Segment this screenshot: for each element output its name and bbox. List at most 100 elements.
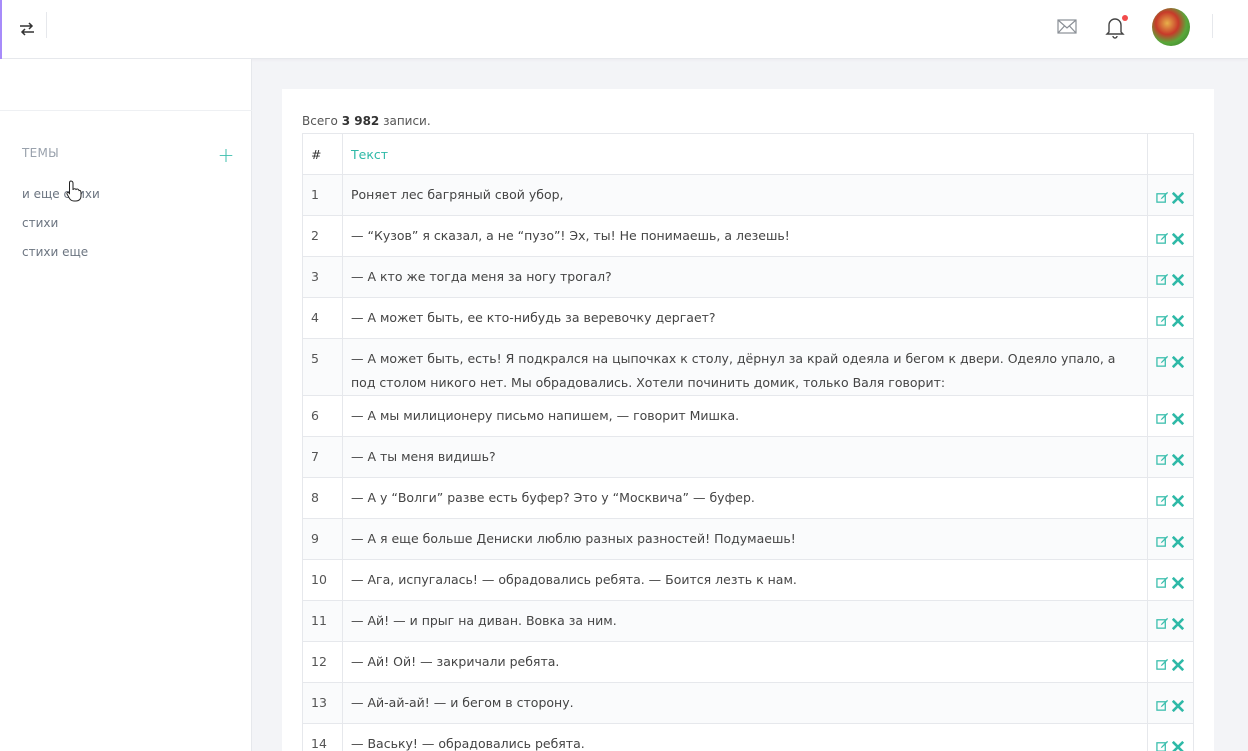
row-number: 4 <box>302 297 343 339</box>
row-text: — А ты меня видишь? <box>342 436 1148 478</box>
table-row: 12— Ай! Ой! — закричали ребята. <box>302 641 1194 683</box>
row-actions <box>1147 215 1194 257</box>
row-number: 11 <box>302 600 343 642</box>
delete-icon[interactable] <box>1171 188 1185 205</box>
row-text: — “Кузов” я сказал, а не “пузо”! Эх, ты!… <box>342 215 1148 257</box>
delete-icon[interactable] <box>1171 532 1185 549</box>
row-text: — А я еще больше Дениски люблю разных ра… <box>342 518 1148 560</box>
summary-suffix: записи. <box>379 114 431 128</box>
records-card: Всего 3 982 записи. # Текст 1 Роняет лес … <box>282 89 1214 751</box>
table-row: 10— Ага, испугалась! — обрадовались ребя… <box>302 559 1194 601</box>
transfer-arrows-icon <box>20 22 34 36</box>
delete-icon[interactable] <box>1171 737 1185 751</box>
avatar[interactable] <box>1152 8 1190 46</box>
table-header-row: # Текст <box>302 133 1194 175</box>
notifications-button[interactable] <box>1104 12 1130 40</box>
edit-icon[interactable] <box>1156 737 1169 751</box>
row-actions <box>1147 256 1194 298</box>
edit-icon[interactable] <box>1156 352 1169 367</box>
delete-icon[interactable] <box>1171 352 1185 369</box>
row-actions <box>1147 641 1194 683</box>
row-text: — Ага, испугалась! — обрадовались ребята… <box>342 559 1148 601</box>
delete-icon[interactable] <box>1171 614 1185 631</box>
row-text: — Ай-ай-ай! — и бегом в сторону. <box>342 682 1148 724</box>
row-number: 7 <box>302 436 343 478</box>
delete-icon[interactable] <box>1171 655 1185 672</box>
row-number: 14 <box>302 723 343 751</box>
row-number: 3 <box>302 256 343 298</box>
notification-dot <box>1122 15 1128 21</box>
records-summary: Всего 3 982 записи. <box>302 114 431 128</box>
edit-icon[interactable] <box>1156 573 1169 588</box>
row-text: Роняет лес багряный свой убор, <box>342 174 1148 216</box>
sidebar-separator <box>0 110 252 111</box>
edit-icon[interactable] <box>1156 450 1169 465</box>
row-number: 12 <box>302 641 343 683</box>
records-count: 3 982 <box>341 114 380 128</box>
table-row: 5— А может быть, есть! Я подкрался на цы… <box>302 338 1194 396</box>
column-header-text[interactable]: Текст <box>342 133 1148 175</box>
topbar-divider <box>46 12 47 38</box>
row-actions <box>1147 559 1194 601</box>
row-text: — А мы милиционеру письмо напишем, — гов… <box>342 395 1148 437</box>
row-text: — Ай! — и прыг на диван. Вовка за ним. <box>342 600 1148 642</box>
sidebar-toggle-button[interactable] <box>14 16 40 42</box>
table-row: 2— “Кузов” я сказал, а не “пузо”! Эх, ты… <box>302 215 1194 257</box>
topics-title: ТЕМЫ <box>22 146 60 160</box>
edit-icon[interactable] <box>1156 270 1169 285</box>
column-header-number: # <box>302 133 343 175</box>
sidebar-item-topic[interactable]: и еще стихи <box>22 187 100 201</box>
row-number: 5 <box>302 338 343 396</box>
row-text: — А может быть, ее кто-нибудь за веревоч… <box>342 297 1148 339</box>
sidebar-item-topic[interactable]: стихи <box>22 216 58 230</box>
row-text: — Ай! Ой! — закричали ребята. <box>342 641 1148 683</box>
edit-icon[interactable] <box>1156 532 1169 547</box>
table-row: 14— Ваську! — обрадовались ребята. <box>302 723 1194 751</box>
row-actions <box>1147 436 1194 478</box>
delete-icon[interactable] <box>1171 491 1185 508</box>
row-number: 8 <box>302 477 343 519</box>
table-row: 6— А мы милиционеру письмо напишем, — го… <box>302 395 1194 437</box>
table-row: 1 Роняет лес багряный свой убор, <box>302 174 1194 216</box>
row-text: — А у “Волги” разве есть буфер? Это у “М… <box>342 477 1148 519</box>
table-row: 11— Ай! — и прыг на диван. Вовка за ним. <box>302 600 1194 642</box>
summary-prefix: Всего <box>302 114 342 128</box>
sidebar: ТЕМЫ + и еще стихи стихи стихи еще <box>0 59 252 751</box>
row-actions <box>1147 174 1194 216</box>
edit-icon[interactable] <box>1156 614 1169 629</box>
table-row: 13— Ай-ай-ай! — и бегом в сторону. <box>302 682 1194 724</box>
row-actions <box>1147 477 1194 519</box>
table-row: 4— А может быть, ее кто-нибудь за верево… <box>302 297 1194 339</box>
row-number: 1 <box>302 174 343 216</box>
delete-icon[interactable] <box>1171 409 1185 426</box>
delete-icon[interactable] <box>1171 696 1185 713</box>
delete-icon[interactable] <box>1171 270 1185 287</box>
row-actions <box>1147 723 1194 751</box>
edit-icon[interactable] <box>1156 491 1169 506</box>
row-text: — А кто же тогда меня за ногу трогал? <box>342 256 1148 298</box>
add-topic-button[interactable]: + <box>216 145 236 165</box>
delete-icon[interactable] <box>1171 311 1185 328</box>
row-actions <box>1147 682 1194 724</box>
edit-icon[interactable] <box>1156 229 1169 244</box>
edit-icon[interactable] <box>1156 696 1169 711</box>
delete-icon[interactable] <box>1171 450 1185 467</box>
edit-icon[interactable] <box>1156 409 1169 424</box>
delete-icon[interactable] <box>1171 229 1185 246</box>
delete-icon[interactable] <box>1171 573 1185 590</box>
row-actions <box>1147 518 1194 560</box>
edit-icon[interactable] <box>1156 311 1169 326</box>
row-number: 10 <box>302 559 343 601</box>
edit-icon[interactable] <box>1156 655 1169 670</box>
column-header-actions <box>1147 133 1194 175</box>
row-text: — Ваську! — обрадовались ребята. <box>342 723 1148 751</box>
top-bar <box>0 0 1248 59</box>
sidebar-item-topic[interactable]: стихи еще <box>22 245 88 259</box>
mail-button[interactable] <box>1056 14 1082 40</box>
table-row: 3— А кто же тогда меня за ногу трогал? <box>302 256 1194 298</box>
row-number: 13 <box>302 682 343 724</box>
row-number: 2 <box>302 215 343 257</box>
row-number: 9 <box>302 518 343 560</box>
edit-icon[interactable] <box>1156 188 1169 203</box>
row-number: 6 <box>302 395 343 437</box>
